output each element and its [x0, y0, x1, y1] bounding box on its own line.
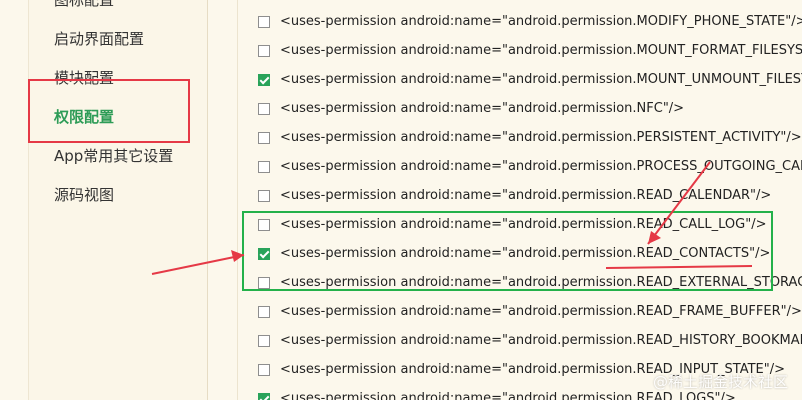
permission-checkbox[interactable] [258, 393, 270, 400]
app-window: 图标配置 启动界面配置 模块配置 权限配置 App常用其它设置 源码视图 <us… [0, 0, 802, 400]
sidebar-item-app-settings[interactable]: App常用其它设置 [54, 146, 173, 166]
permission-row[interactable]: <uses-permission android:name="android.p… [258, 271, 802, 295]
permission-checkbox[interactable] [258, 74, 270, 86]
permission-checkbox[interactable] [258, 16, 270, 28]
permission-checkbox[interactable] [258, 45, 270, 57]
permission-row[interactable]: <uses-permission android:name="android.p… [258, 155, 802, 179]
watermark: @稀土掘金技术社区 [652, 373, 788, 391]
permission-text: <uses-permission android:name="android.p… [280, 275, 802, 290]
sidebar-item-icon-config[interactable]: 图标配置 [54, 0, 114, 10]
permission-text: <uses-permission android:name="android.p… [280, 130, 802, 145]
permission-checkbox[interactable] [258, 103, 270, 115]
permission-row[interactable]: <uses-permission android:name="android.p… [258, 242, 802, 266]
permission-row[interactable]: <uses-permission android:name="android.p… [258, 329, 802, 353]
permission-text: <uses-permission android:name="android.p… [280, 14, 802, 29]
permission-text: <uses-permission android:name="android.p… [280, 188, 772, 203]
permission-text: <uses-permission android:name="android.p… [280, 304, 802, 319]
sidebar-item-permission-config[interactable]: 权限配置 [54, 107, 114, 127]
permission-text: <uses-permission android:name="android.p… [280, 101, 685, 116]
permission-text: <uses-permission android:name="android.p… [280, 159, 802, 174]
permission-checkbox[interactable] [258, 364, 270, 376]
content-divider [237, 0, 238, 400]
sidebar: 图标配置 启动界面配置 模块配置 权限配置 App常用其它设置 源码视图 [28, 0, 208, 400]
sidebar-item-launch-config[interactable]: 启动界面配置 [54, 29, 144, 49]
sidebar-item-source-view[interactable]: 源码视图 [54, 185, 114, 205]
permission-checkbox[interactable] [258, 248, 270, 260]
permission-checkbox[interactable] [258, 306, 270, 318]
permission-text: <uses-permission android:name="android.p… [280, 217, 767, 232]
permission-checkbox[interactable] [258, 132, 270, 144]
sidebar-item-module-config[interactable]: 模块配置 [54, 68, 114, 88]
permission-checkbox[interactable] [258, 219, 270, 231]
permission-row[interactable]: <uses-permission android:name="android.p… [258, 213, 802, 237]
permission-checkbox[interactable] [258, 161, 270, 173]
permission-row[interactable]: <uses-permission android:name="android.p… [258, 68, 802, 92]
permission-row[interactable]: <uses-permission android:name="android.p… [258, 300, 802, 324]
permission-checkbox[interactable] [258, 190, 270, 202]
permission-checkbox[interactable] [258, 335, 270, 347]
annotation-underline [605, 265, 753, 269]
permission-row[interactable]: <uses-permission android:name="android.p… [258, 10, 802, 34]
permission-checkbox[interactable] [258, 277, 270, 289]
permission-row[interactable]: <uses-permission android:name="android.p… [258, 184, 802, 208]
permission-row[interactable]: <uses-permission android:name="android.p… [258, 126, 802, 150]
permission-row[interactable]: <uses-permission android:name="android.p… [258, 39, 802, 63]
permission-text: <uses-permission android:name="android.p… [280, 43, 802, 58]
permission-text: <uses-permission android:name="android.p… [280, 333, 802, 348]
permission-text: <uses-permission android:name="android.p… [280, 72, 802, 87]
permission-text: <uses-permission android:name="android.p… [280, 246, 771, 261]
permission-row[interactable]: <uses-permission android:name="android.p… [258, 97, 802, 121]
